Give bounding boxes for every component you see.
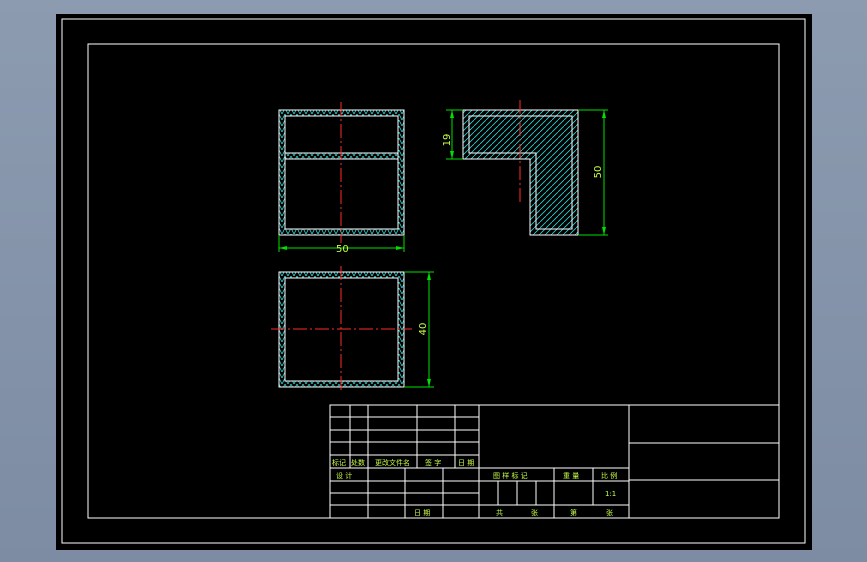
- scale-value: 1:1: [605, 490, 616, 498]
- rev-header-mark: 标记: [332, 458, 346, 467]
- front-view: 50: [278, 102, 405, 255]
- top-view: 40: [271, 266, 434, 393]
- sheet-label-2: 张: [606, 508, 613, 517]
- cad-drawing-canvas: 50 19 50 40 标记 处数 更改文件名 签 字 日 期 设 计 日 期 …: [61, 18, 806, 544]
- rev-header-date: 日 期: [458, 459, 474, 467]
- design-label: 设 计: [336, 471, 352, 480]
- title-block-text: 标记 处数 更改文件名 签 字 日 期 设 计 日 期 图 样 标 记 重 量 …: [332, 458, 617, 517]
- dim-side-thickness: 19: [442, 134, 453, 147]
- dim-front-width: 50: [336, 244, 349, 255]
- dim-side-height: 50: [593, 166, 604, 179]
- dim-top-depth: 40: [418, 323, 429, 336]
- stage-mark-label: 图 样 标 记: [493, 471, 528, 480]
- sheet-no-label: 第: [570, 508, 577, 517]
- total-label: 共: [496, 508, 503, 517]
- date-label: 日 期: [414, 509, 430, 517]
- inner-frame: [87, 43, 780, 519]
- rev-header-sign: 签 字: [425, 458, 441, 467]
- side-view: 19 50: [442, 100, 608, 236]
- rev-header-count: 处数: [351, 458, 365, 467]
- cad-drawing-sheet: 50 19 50 40 标记 处数 更改文件名 签 字 日 期 设 计 日 期 …: [56, 14, 812, 550]
- sheet-label: 张: [531, 508, 538, 517]
- weight-label: 重 量: [563, 472, 579, 480]
- rev-header-file: 更改文件名: [375, 458, 410, 467]
- scale-label: 比 例: [601, 471, 617, 480]
